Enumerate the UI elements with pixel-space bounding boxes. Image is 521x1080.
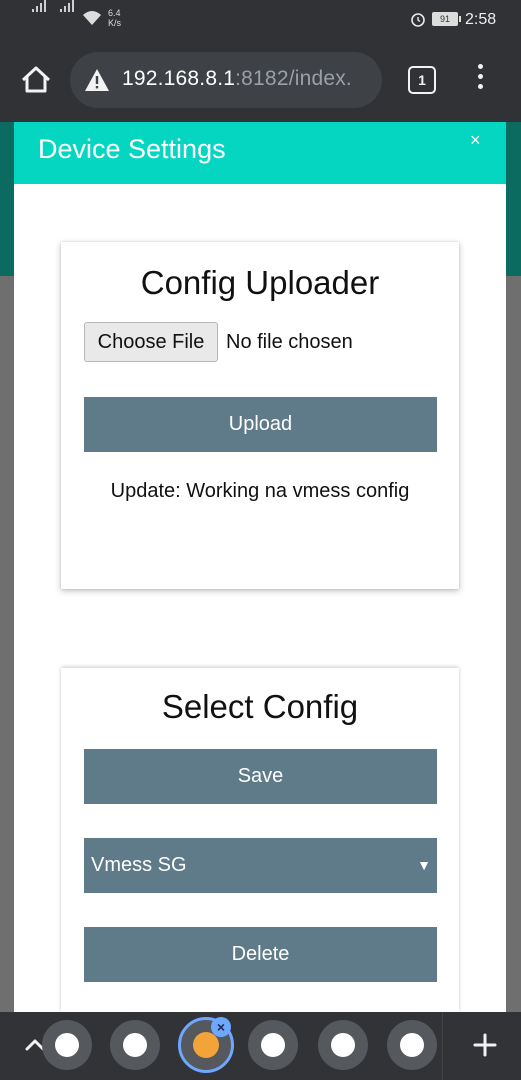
device-settings-modal: Device Settings × Config Uploader Choose… bbox=[14, 122, 506, 1012]
config-select[interactable]: Vmess SG ▼ bbox=[84, 838, 437, 893]
url-text[interactable]: 192.168.8.1:8182/index. bbox=[122, 67, 352, 91]
address-bar[interactable]: 192.168.8.1:8182/index. bbox=[70, 52, 382, 108]
tab-favicon-icon bbox=[400, 1033, 424, 1057]
card-title: Config Uploader bbox=[140, 264, 380, 301]
url-host: 192.168.8.1 bbox=[122, 67, 236, 90]
refresh-icon bbox=[193, 1032, 219, 1058]
tab-switcher-button[interactable]: 1 bbox=[408, 66, 436, 94]
tab-favicon-icon bbox=[331, 1033, 355, 1057]
modal-title: Device Settings bbox=[38, 134, 226, 164]
tab-thumbnail[interactable] bbox=[387, 1020, 437, 1070]
home-icon[interactable] bbox=[14, 58, 58, 102]
divider bbox=[442, 1012, 443, 1080]
dropdown-arrow-icon: ▼ bbox=[417, 857, 431, 873]
url-path: :8182/index. bbox=[235, 67, 352, 90]
card-title: Select Config bbox=[161, 688, 359, 725]
config-uploader-card: Config Uploader Choose File No file chos… bbox=[61, 242, 459, 589]
wifi-icon bbox=[83, 11, 101, 25]
status-bar: 6.4 K/s 91 2:58 bbox=[0, 0, 521, 40]
close-icon[interactable]: × bbox=[470, 130, 481, 151]
browser-toolbar: 192.168.8.1:8182/index. 1 bbox=[0, 40, 521, 122]
close-tab-icon[interactable]: × bbox=[211, 1017, 231, 1037]
tab-favicon-icon bbox=[55, 1033, 79, 1057]
new-tab-icon[interactable] bbox=[470, 1030, 500, 1060]
overflow-menu-icon[interactable] bbox=[470, 64, 490, 94]
file-status: No file chosen bbox=[226, 331, 353, 353]
tab-thumbnail[interactable] bbox=[248, 1020, 298, 1070]
update-status-text: Update: Working na vmess config bbox=[110, 480, 410, 502]
battery-icon: 91 bbox=[432, 12, 461, 26]
tab-thumbnail[interactable] bbox=[110, 1020, 160, 1070]
tab-thumbnail[interactable] bbox=[318, 1020, 368, 1070]
selected-config: Vmess SG bbox=[91, 854, 187, 876]
network-speed: 6.4 K/s bbox=[108, 8, 122, 28]
clock: 2:58 bbox=[465, 11, 497, 28]
google-icon bbox=[261, 1033, 285, 1057]
save-button[interactable]: Save bbox=[84, 749, 437, 804]
upload-button[interactable]: Upload bbox=[84, 397, 437, 452]
tab-thumbnail[interactable] bbox=[42, 1020, 92, 1070]
choose-file-button[interactable]: Choose File bbox=[84, 322, 218, 362]
delete-button[interactable]: Delete bbox=[84, 927, 437, 982]
modal-header: Device Settings × bbox=[14, 122, 506, 184]
alarm-icon bbox=[411, 13, 425, 27]
select-config-card: Select Config Save Vmess SG ▼ Delete bbox=[61, 668, 459, 1012]
not-secure-warning-icon[interactable] bbox=[84, 68, 110, 92]
tab-favicon-icon bbox=[123, 1033, 147, 1057]
